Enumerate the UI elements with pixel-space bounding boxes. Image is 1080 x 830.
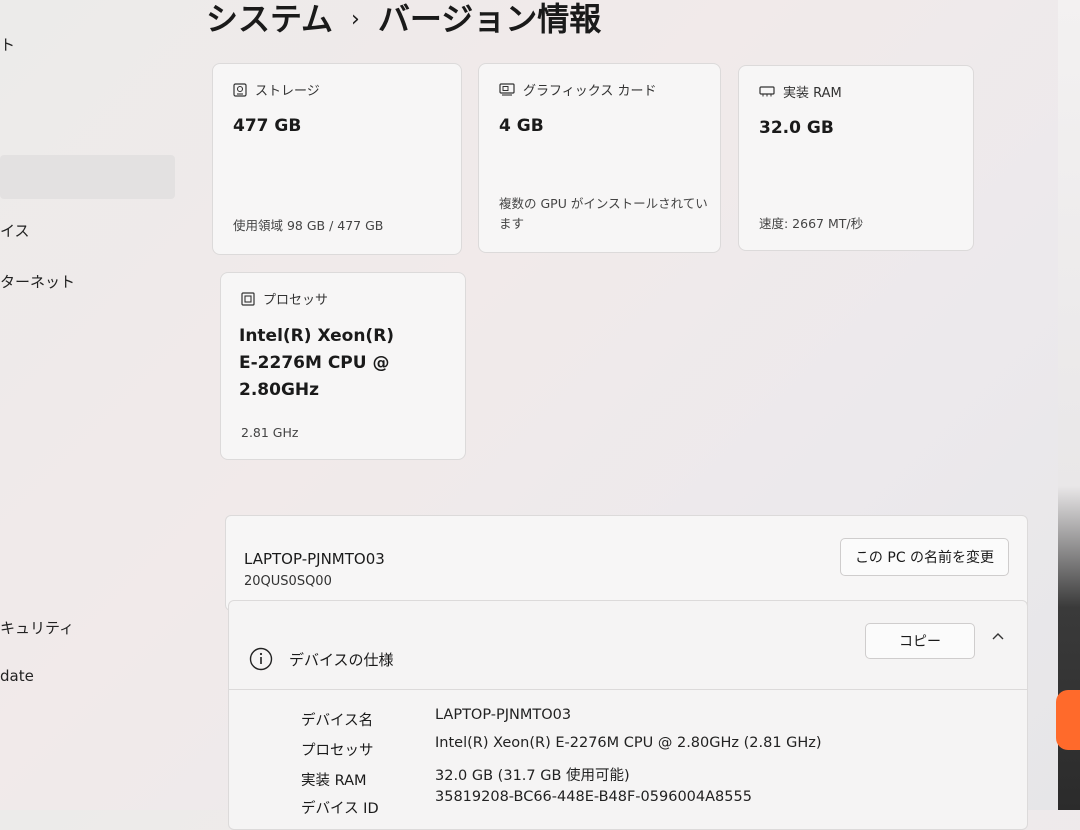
sidebar-item-security[interactable]: キュリティ <box>0 617 74 638</box>
copy-button[interactable]: コピー <box>865 623 975 659</box>
rename-pc-button[interactable]: この PC の名前を変更 <box>840 538 1009 576</box>
graphics-card[interactable]: グラフィックス カード 4 GB 複数の GPU がインストールされてい ます <box>478 63 721 253</box>
breadcrumb-parent[interactable]: システム <box>206 0 333 38</box>
sidebar-item-partial-1[interactable]: ト <box>0 34 15 55</box>
spec-label-device-name: デバイス名 <box>301 713 374 729</box>
storage-title: ストレージ <box>255 84 320 99</box>
spec-label-processor: プロセッサ <box>301 743 374 759</box>
page-title: バージョン情報 <box>377 0 602 38</box>
breadcrumb-separator: › <box>351 7 360 32</box>
graphics-card-icon <box>499 83 515 96</box>
orange-object <box>1056 690 1080 750</box>
graphics-sub-line1: 複数の GPU がインストールされてい <box>499 196 708 211</box>
ram-icon <box>759 86 775 97</box>
sidebar-item-network[interactable]: ターネット <box>0 271 75 292</box>
graphics-sub: 複数の GPU がインストールされてい ます <box>499 194 708 234</box>
storage-value: 477 GB <box>233 116 302 136</box>
info-icon <box>249 647 273 671</box>
device-spec-header[interactable]: デバイスの仕様 <box>249 647 394 671</box>
sidebar: ト イス ターネット キュリティ date <box>0 0 200 810</box>
storage-card[interactable]: ストレージ 477 GB 使用領域 98 GB / 477 GB <box>212 63 462 255</box>
sidebar-item-update[interactable]: date <box>0 667 34 685</box>
pc-model: 20QUS0SQ00 <box>244 574 332 589</box>
sidebar-item-devices[interactable]: イス <box>0 220 30 241</box>
ram-card[interactable]: 実装 RAM 32.0 GB 速度: 2667 MT/秒 <box>738 65 974 251</box>
spec-value-processor: Intel(R) Xeon(R) E-2276M CPU @ 2.80GHz (… <box>435 735 822 751</box>
graphics-value: 4 GB <box>499 116 544 136</box>
graphics-sub-line2: ます <box>499 216 525 231</box>
pc-name: LAPTOP-PJNMTO03 <box>244 550 385 568</box>
divider <box>229 689 1027 690</box>
spec-label-device-id: デバイス ID <box>301 801 379 817</box>
processor-icon <box>241 291 255 306</box>
spec-value-device-name: LAPTOP-PJNMTO03 <box>435 707 572 723</box>
graphics-title: グラフィックス カード <box>523 84 657 99</box>
chevron-up-icon[interactable] <box>991 629 1005 645</box>
storage-icon <box>233 82 247 97</box>
ram-title: 実装 RAM <box>783 86 842 101</box>
processor-value-line1: Intel(R) Xeon(R) <box>239 326 395 346</box>
device-spec-title: デバイスの仕様 <box>289 650 394 669</box>
sidebar-item-selected[interactable] <box>0 155 175 199</box>
screen-edge <box>1058 0 1080 810</box>
ram-value: 32.0 GB <box>759 118 834 138</box>
spec-value-ram: 32.0 GB (31.7 GB 使用可能) <box>435 768 630 784</box>
processor-title: プロセッサ <box>263 293 329 308</box>
processor-value-line3: 2.80GHz <box>239 380 320 400</box>
processor-card[interactable]: プロセッサ Intel(R) Xeon(R) E-2276M CPU @ 2.8… <box>220 272 466 460</box>
storage-usage: 使用領域 98 GB / 477 GB <box>233 218 384 233</box>
processor-speed: 2.81 GHz <box>241 425 299 440</box>
breadcrumb: システム › バージョン情報 <box>206 0 601 40</box>
device-spec-card: デバイスの仕様 コピー デバイス名 LAPTOP-PJNMTO03 プロセッサ … <box>228 600 1028 830</box>
ram-speed: 速度: 2667 MT/秒 <box>759 216 864 231</box>
pc-name-card: LAPTOP-PJNMTO03 20QUS0SQ00 この PC の名前を変更 <box>225 515 1028 611</box>
processor-value: Intel(R) Xeon(R) E-2276M CPU @ 2.80GHz <box>239 323 459 404</box>
processor-value-line2: E-2276M CPU @ <box>239 353 390 373</box>
spec-value-device-id: 35819208-BC66-448E-B48F-0596004A8555 <box>435 789 752 805</box>
spec-label-ram: 実装 RAM <box>301 773 367 789</box>
